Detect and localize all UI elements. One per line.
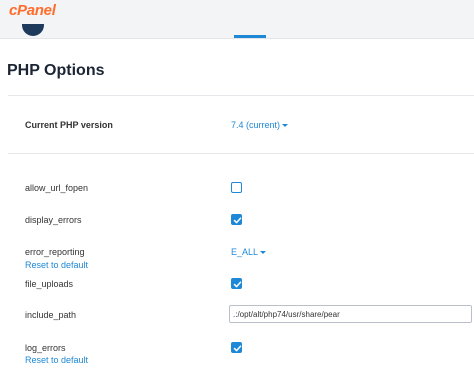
error-reporting-value: E_ALL bbox=[231, 247, 259, 257]
caret-down-icon bbox=[260, 251, 267, 255]
allow-url-fopen-checkbox[interactable] bbox=[231, 182, 242, 193]
error-reporting-label: error_reporting bbox=[25, 247, 85, 257]
check-icon bbox=[233, 345, 242, 352]
divider bbox=[8, 95, 474, 96]
php-version-value: 7.4 (current) bbox=[231, 120, 281, 130]
check-icon bbox=[233, 281, 242, 288]
include-path-input[interactable] bbox=[229, 305, 472, 323]
divider bbox=[8, 153, 474, 154]
top-header: cPanel bbox=[0, 0, 474, 39]
error-reporting-dropdown[interactable]: E_ALL bbox=[231, 247, 267, 257]
cpanel-logo[interactable]: cPanel bbox=[9, 2, 56, 19]
php-version-dropdown[interactable]: 7.4 (current) bbox=[231, 120, 289, 130]
current-php-version-label: Current PHP version bbox=[25, 120, 113, 130]
include-path-label: include_path bbox=[25, 310, 77, 320]
avatar[interactable] bbox=[22, 24, 44, 36]
file-uploads-checkbox[interactable] bbox=[231, 278, 242, 289]
active-tab-indicator bbox=[234, 35, 266, 38]
log-errors-reset-link[interactable]: Reset to default bbox=[25, 355, 88, 365]
log-errors-label: log_errors bbox=[25, 343, 66, 353]
check-icon bbox=[233, 217, 242, 224]
display-errors-checkbox[interactable] bbox=[231, 214, 242, 225]
display-errors-label: display_errors bbox=[25, 215, 82, 225]
page-title: PHP Options bbox=[7, 62, 105, 79]
file-uploads-label: file_uploads bbox=[25, 279, 74, 289]
allow-url-fopen-label: allow_url_fopen bbox=[25, 183, 89, 193]
error-reporting-reset-link[interactable]: Reset to default bbox=[25, 260, 88, 270]
log-errors-checkbox[interactable] bbox=[231, 342, 242, 353]
caret-down-icon bbox=[282, 124, 289, 128]
